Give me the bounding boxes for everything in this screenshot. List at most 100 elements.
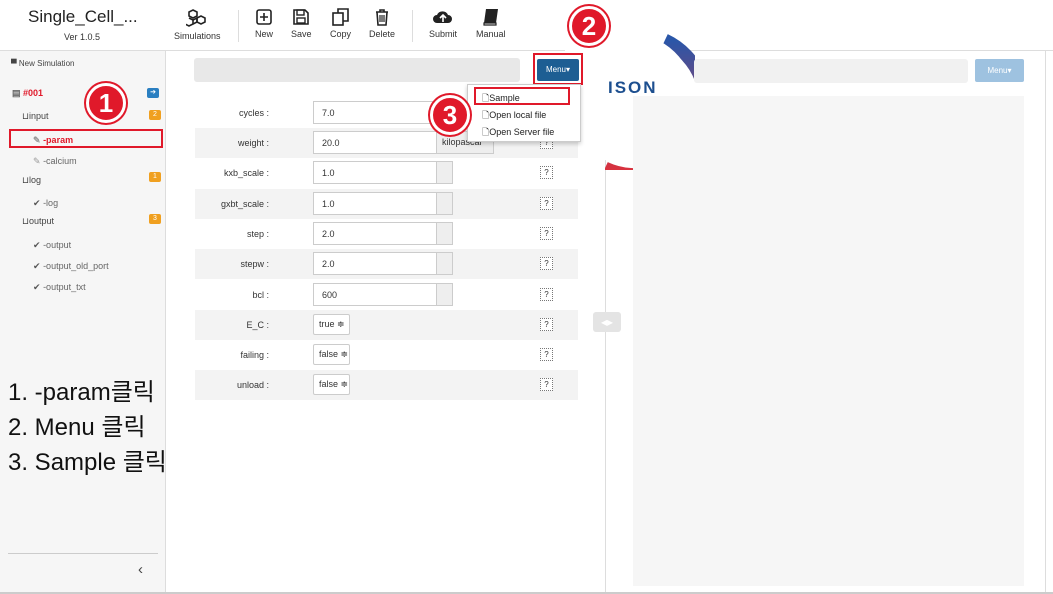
param-select[interactable]: false ≑ bbox=[313, 374, 350, 395]
step-marker: 1 bbox=[86, 83, 126, 123]
copy-label: Copy bbox=[330, 29, 352, 39]
help-icon[interactable]: ? bbox=[540, 257, 553, 270]
step-marker: 3 bbox=[430, 95, 470, 135]
output-txt-item[interactable]: ✔ -output_txt bbox=[33, 282, 86, 293]
folder-outline-icon: ⊔ bbox=[22, 216, 30, 226]
param-row-bcl: bcl : 600 ? bbox=[195, 280, 578, 310]
param-label: gxbt_scale : bbox=[220, 199, 269, 209]
step-marker: 2 bbox=[569, 6, 609, 46]
param-input[interactable]: 600 bbox=[313, 283, 437, 306]
input-count-badge: 2 bbox=[149, 110, 161, 120]
param-input[interactable]: 1.0 bbox=[313, 192, 437, 215]
floppy-disk-icon bbox=[293, 9, 310, 25]
param-highlight-box bbox=[9, 129, 163, 148]
edit-icon: ✎ bbox=[33, 156, 41, 166]
instructions: 1. -param클릭 2. Menu 클릭 3. Sample 클릭 bbox=[8, 375, 167, 480]
help-icon[interactable]: ? bbox=[540, 288, 553, 301]
param-row-failing: failing : false ≑ ? bbox=[195, 340, 578, 370]
file-icon: ▤ bbox=[12, 88, 21, 98]
trash-icon bbox=[376, 9, 388, 26]
simulation-item-001[interactable]: ▤ #001 bbox=[12, 88, 43, 99]
check-icon: ✔ bbox=[33, 282, 41, 292]
right-menu-button[interactable]: Menu▾ bbox=[975, 59, 1024, 82]
simulations-button[interactable]: Simulations bbox=[174, 8, 221, 41]
sidebar-bottom-divider bbox=[8, 553, 158, 554]
panel-resize-handle[interactable]: ◂▸ bbox=[593, 312, 621, 332]
param-row-e-c: E_C : true ≑ ? bbox=[195, 310, 578, 340]
param-select[interactable]: true ≑ bbox=[313, 314, 350, 335]
toolbar-divider bbox=[238, 10, 239, 42]
help-icon[interactable]: ? bbox=[540, 227, 553, 240]
unit-label bbox=[436, 161, 453, 184]
param-row-kxb-scale: kxb_scale : 1.0 ? bbox=[195, 158, 578, 188]
manual-button[interactable]: Manual bbox=[476, 8, 506, 39]
simulations-label: Simulations bbox=[174, 31, 221, 41]
input-folder[interactable]: ⊔input bbox=[22, 111, 49, 122]
param-input[interactable]: 7.0 bbox=[313, 101, 437, 124]
log-item-label: -log bbox=[43, 198, 59, 208]
manual-label: Manual bbox=[476, 29, 506, 39]
copy-button[interactable]: Copy bbox=[330, 8, 351, 39]
right-path-bar bbox=[694, 59, 968, 83]
submit-button[interactable]: Submit bbox=[429, 8, 457, 39]
logo-text: ISON bbox=[608, 78, 658, 97]
copy-icon bbox=[331, 8, 349, 26]
input-folder-label: input bbox=[29, 111, 49, 121]
log-count-badge: 1 bbox=[149, 172, 161, 182]
app-title: Single_Cell_... bbox=[28, 7, 138, 26]
help-icon[interactable]: ? bbox=[540, 378, 553, 391]
menu-item-open-local-file[interactable]: 🗋Open local file bbox=[482, 108, 546, 124]
book-icon bbox=[483, 9, 498, 26]
menu-highlight-box bbox=[533, 53, 583, 85]
output-folder[interactable]: ⊔output bbox=[22, 216, 54, 227]
help-icon[interactable]: ? bbox=[540, 197, 553, 210]
simulation-id: #001 bbox=[23, 88, 44, 98]
param-input[interactable]: 20.0 bbox=[313, 131, 437, 154]
param-label: unload : bbox=[236, 380, 269, 390]
check-icon: ✔ bbox=[33, 198, 41, 208]
save-button[interactable]: Save bbox=[291, 8, 312, 39]
log-folder-label: log bbox=[29, 175, 42, 185]
log-folder[interactable]: ⊔log bbox=[22, 175, 41, 186]
help-icon[interactable]: ? bbox=[540, 166, 553, 179]
output-item[interactable]: ✔ -output bbox=[33, 240, 71, 251]
param-label: E_C : bbox=[246, 320, 269, 330]
help-icon[interactable]: ? bbox=[540, 348, 553, 361]
menu-item-open-server-file[interactable]: 🗋Open Server file bbox=[482, 125, 554, 141]
calcium-label: -calcium bbox=[43, 156, 77, 166]
output-count-badge: 3 bbox=[149, 214, 161, 224]
param-label: kxb_scale : bbox=[223, 168, 269, 178]
instruction-line: 3. Sample 클릭 bbox=[8, 449, 167, 476]
app-version: Ver 1.0.5 bbox=[64, 32, 101, 42]
param-label: weight : bbox=[237, 138, 269, 148]
param-input[interactable]: 2.0 bbox=[313, 252, 437, 275]
param-label: cycles : bbox=[238, 108, 269, 118]
new-button[interactable]: New bbox=[255, 8, 273, 39]
cloud-upload-icon bbox=[433, 11, 452, 23]
delete-button[interactable]: Delete bbox=[369, 8, 395, 39]
instruction-line: 1. -param클릭 bbox=[8, 379, 155, 406]
param-input[interactable]: 2.0 bbox=[313, 222, 437, 245]
output-old-port-label: -output_old_port bbox=[43, 261, 109, 271]
output-old-port-item[interactable]: ✔ -output_old_port bbox=[33, 261, 109, 272]
param-row-step: step : 2.0 ? bbox=[195, 219, 578, 249]
folder-icon: ▀ bbox=[11, 59, 17, 68]
param-input[interactable]: 1.0 bbox=[313, 161, 437, 184]
unit-label bbox=[436, 252, 453, 275]
new-simulation-item[interactable]: ▀ New Simulation bbox=[11, 59, 74, 68]
output-folder-label: output bbox=[29, 216, 55, 226]
chevron-left-icon[interactable]: ‹ bbox=[138, 561, 143, 578]
arrow-right-icon[interactable]: ➔ bbox=[147, 88, 159, 98]
log-item[interactable]: ✔ -log bbox=[33, 198, 58, 209]
submit-label: Submit bbox=[429, 29, 458, 39]
cubes-icon bbox=[186, 9, 207, 27]
delete-label: Delete bbox=[369, 29, 396, 39]
toolbar-divider bbox=[412, 10, 413, 42]
calcium-item[interactable]: ✎ -calcium bbox=[33, 156, 77, 167]
check-icon: ✔ bbox=[33, 240, 41, 250]
param-select[interactable]: false ≑ bbox=[313, 344, 350, 365]
param-row-gxbt-scale: gxbt_scale : 1.0 ? bbox=[195, 189, 578, 219]
unit-label bbox=[436, 192, 453, 215]
unit-label bbox=[436, 222, 453, 245]
help-icon[interactable]: ? bbox=[540, 318, 553, 331]
